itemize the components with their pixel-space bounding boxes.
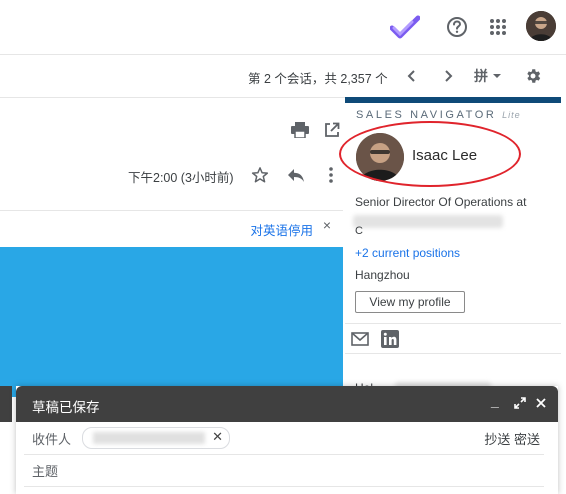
- input-tool-button[interactable]: 拼: [470, 65, 506, 87]
- profile-location: Hangzhou: [355, 268, 410, 282]
- view-profile-label: View my profile: [369, 295, 451, 309]
- recipient-chip[interactable]: ✕: [82, 427, 230, 449]
- profile-title: Senior Director Of Operations at C: [353, 193, 555, 237]
- cc-bcc-link[interactable]: 抄送 密送: [484, 429, 540, 448]
- profile-title-text: Senior Director Of Operations at: [355, 195, 527, 209]
- divider: [345, 353, 561, 354]
- translate-off-link[interactable]: 对英语停用: [250, 220, 313, 239]
- subject-label: 主题: [32, 464, 59, 479]
- message-image: [0, 247, 343, 397]
- star-icon[interactable]: [249, 164, 271, 186]
- minimize-icon[interactable]: _: [491, 393, 499, 409]
- mail-icon[interactable]: [350, 330, 370, 348]
- chevron-left-icon[interactable]: [402, 66, 422, 86]
- compose-window: 草稿已保存 _ 收件人 ✕ 抄送 密送 主题: [16, 386, 558, 494]
- account-avatar-icon[interactable]: [526, 11, 556, 41]
- input-tool-label: 拼: [474, 68, 488, 84]
- close-icon[interactable]: [534, 396, 548, 410]
- divider: [345, 323, 561, 324]
- sales-navigator-panel: SALES NAVIGATOR Lite Isaac Lee Senior Di…: [339, 97, 566, 397]
- chevron-right-icon[interactable]: [438, 66, 458, 86]
- tasks-check-icon[interactable]: [389, 11, 421, 43]
- tier-text: Lite: [502, 110, 521, 120]
- redacted-company: [353, 215, 503, 229]
- to-row[interactable]: 收件人 ✕ 抄送 密送: [24, 422, 544, 455]
- fullscreen-icon[interactable]: [513, 396, 527, 410]
- close-translate-icon[interactable]: ×: [323, 217, 331, 233]
- message-time: 下午2:00 (3小时前): [128, 171, 234, 185]
- redacted-recipient: [93, 432, 205, 444]
- compose-header[interactable]: 草稿已保存 _: [16, 386, 558, 422]
- more-vert-icon[interactable]: [321, 164, 341, 186]
- caret-down-icon: [493, 74, 501, 78]
- top-bar: [0, 0, 566, 55]
- compose-title: 草稿已保存: [32, 400, 100, 415]
- linkedin-icon[interactable]: [380, 329, 400, 349]
- subject-row[interactable]: 主题: [24, 454, 544, 487]
- message-pane: 下午2:00 (3小时前) 对英语停用 ×: [0, 97, 343, 397]
- conversation-toolbar: 第 2 个会话，共 2,357 个 拼: [0, 55, 566, 98]
- minimized-compose-edge[interactable]: [0, 386, 12, 422]
- current-positions-link[interactable]: +2 current positions: [355, 246, 460, 260]
- print-icon[interactable]: [289, 119, 311, 141]
- brand-text: SALES NAVIGATOR: [356, 109, 497, 121]
- reply-icon[interactable]: [285, 164, 307, 186]
- apps-grid-icon[interactable]: [486, 15, 510, 39]
- remove-recipient-icon[interactable]: ✕: [212, 429, 223, 445]
- brand-bar: [345, 97, 561, 103]
- open-new-window-icon[interactable]: [321, 119, 343, 141]
- view-profile-button[interactable]: View my profile: [355, 291, 465, 313]
- sales-navigator-logo: SALES NAVIGATOR Lite: [356, 109, 521, 121]
- profile-title-suffix: C: [355, 225, 363, 237]
- settings-gear-icon[interactable]: [522, 65, 544, 87]
- translate-bar: 对英语停用 ×: [0, 210, 343, 245]
- highlight-ellipse: [339, 121, 521, 187]
- to-label: 收件人: [32, 432, 72, 447]
- conversation-count: 第 2 个会话，共 2,357 个: [248, 72, 388, 86]
- help-icon[interactable]: [445, 15, 469, 39]
